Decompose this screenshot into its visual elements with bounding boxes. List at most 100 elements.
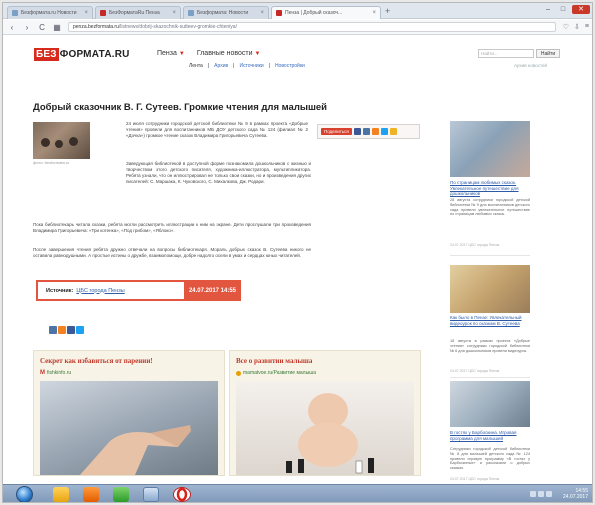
close-tab-icon[interactable]: × — [260, 10, 264, 16]
download-icon[interactable]: ⇩ — [574, 23, 580, 31]
nav-item-main-news[interactable]: Главные новости ▼ — [197, 50, 261, 57]
ad-block[interactable]: Секрет как избавиться от парении! Mfishk… — [33, 350, 225, 476]
sidebar-news-title[interactable]: В гостях у Барбоскина. Игровая программа… — [450, 430, 530, 441]
navigation-bar: ‹ › C ▦ penza.bezformata.ru/listnews/dob… — [3, 20, 592, 35]
source-link[interactable]: ЦБС города Пензы — [76, 288, 124, 294]
tab-label: Пенза | Добрый сказоч... — [285, 10, 343, 16]
chess-piece — [298, 459, 304, 473]
article-paragraph: Заведующая библиотекой в доступной форме… — [126, 161, 311, 184]
odnoklassniki-icon[interactable] — [58, 326, 66, 334]
nav-label: Пенза — [157, 50, 177, 57]
media-player-icon[interactable] — [83, 487, 99, 502]
app-icon[interactable] — [113, 487, 129, 502]
archive-link[interactable]: Архив новостей — [514, 63, 547, 68]
grid-icon[interactable]: ▦ — [53, 23, 61, 32]
subnav-new-buildings[interactable]: Новостройки — [275, 63, 305, 69]
share-button[interactable]: Поделиться — [321, 128, 352, 135]
nav-item-penza[interactable]: Пенза ▼ — [157, 50, 185, 57]
new-tab-button[interactable]: + — [385, 6, 390, 16]
source-box: Источник: ЦБС города Пензы 24.07.2017 14… — [36, 280, 241, 301]
ad-source: Mfishkinfo.ru — [40, 370, 71, 376]
subnav-archive[interactable]: Архив — [214, 63, 228, 69]
heart-icon[interactable]: ♡ — [563, 23, 569, 31]
browser-tab[interactable]: Безформата.ru Новости × — [7, 6, 93, 19]
folder-icon[interactable] — [53, 487, 69, 502]
back-icon[interactable]: ‹ — [8, 23, 16, 32]
ad-image[interactable] — [40, 381, 218, 475]
article-paragraph: Пока библиотекарь читала сказки, ребята … — [33, 222, 311, 233]
sidebar-image[interactable] — [450, 265, 530, 313]
vk-icon[interactable] — [49, 326, 57, 334]
ad-source-text: mamatvoe.ru/Развитие малыша — [243, 370, 316, 376]
opera-icon[interactable] — [173, 487, 191, 502]
subnav-sources[interactable]: Источники — [239, 63, 263, 69]
address-url: penza.bezformata.ru/listnews/dobrij-skaz… — [73, 24, 237, 30]
article-headline: Добрый сказочник В. Г. Сутеев. Громкие ч… — [33, 102, 328, 113]
forward-icon[interactable]: › — [23, 23, 31, 32]
article-photo[interactable] — [33, 122, 90, 159]
reload-icon[interactable]: C — [38, 23, 46, 32]
sidebar-news-title[interactable]: Как было в Пензе: Увлекательный видеоуро… — [450, 315, 530, 326]
close-tab-icon[interactable]: × — [172, 10, 176, 16]
address-host: penza.bezformata.ru — [73, 24, 119, 30]
ad-title[interactable]: Все о развитии малыша — [236, 357, 312, 365]
clock[interactable]: 14:55 24.07.2017 — [563, 488, 588, 500]
facebook-icon[interactable] — [353, 128, 361, 135]
window-controls: – □ ✕ — [542, 5, 590, 14]
minimize-button[interactable]: – — [542, 5, 554, 14]
browser-tab[interactable]: Безформата: Новости × — [183, 6, 269, 19]
tab-label: Безформата: Новости — [197, 10, 249, 16]
sidebar-divider — [450, 377, 530, 378]
window-icon[interactable] — [143, 487, 159, 502]
photo-figure — [41, 138, 50, 147]
source-label: Источник: — [46, 287, 74, 294]
start-button[interactable] — [16, 486, 33, 502]
sidebar-news-title[interactable]: По страницам любимых сказок. Увлекательн… — [450, 180, 530, 197]
browser-tab[interactable]: БезФорматаRu Пенза × — [95, 6, 181, 19]
baby-chess-image — [286, 393, 374, 474]
ad-source: mamatvoe.ru/Развитие малыша — [236, 370, 316, 376]
search-button[interactable]: Найти — [536, 49, 560, 58]
opera-logo-icon — [176, 487, 188, 502]
subnav-separator: | — [207, 63, 210, 69]
volume-icon[interactable] — [538, 491, 544, 497]
tab-label: Безформата.ru Новости — [21, 10, 77, 16]
facebook-icon[interactable] — [67, 326, 75, 334]
subnav-separator: | — [233, 63, 235, 69]
chess-piece — [355, 460, 363, 474]
close-window-button[interactable]: ✕ — [572, 5, 590, 14]
sidebar-image[interactable] — [450, 381, 530, 427]
close-tab-icon[interactable]: × — [372, 10, 376, 16]
site-logo[interactable]: БЕЗ ФОРМАТА.RU — [34, 48, 130, 61]
ad-title[interactable]: Секрет как избавиться от парении! — [40, 357, 153, 365]
sidebar-news-meta: 24.07.2017 ЦБС города Пензы — [450, 243, 500, 247]
article-paragraph: 24 июля сотрудники городской детской биб… — [126, 121, 308, 138]
os-taskbar: 14:55 24.07.2017 — [3, 484, 592, 502]
subnav-feed[interactable]: Лента — [189, 63, 203, 69]
logo-highlight: БЕЗ — [34, 48, 59, 61]
chevron-down-icon: ▼ — [254, 51, 261, 57]
sidebar-divider — [450, 255, 530, 256]
address-bar[interactable]: penza.bezformata.ru/listnews/dobrij-skaz… — [68, 22, 556, 32]
vk-icon[interactable] — [362, 128, 370, 135]
ad-image[interactable] — [236, 381, 414, 475]
sidebar-news-meta: 24.07.2017 ЦБС города Пензы — [450, 369, 500, 373]
maximize-button[interactable]: □ — [557, 5, 569, 14]
browser-tab-active[interactable]: Пенза | Добрый сказоч... × — [271, 6, 381, 19]
mailru-icon[interactable] — [389, 128, 397, 135]
menu-icon[interactable]: ≡ — [585, 23, 589, 31]
close-tab-icon[interactable]: × — [84, 10, 88, 16]
photo-figure — [55, 140, 63, 148]
share-icons — [49, 326, 84, 334]
twitter-icon[interactable] — [380, 128, 388, 135]
sidebar-image[interactable] — [450, 121, 530, 177]
network-icon[interactable] — [530, 491, 536, 497]
odnoklassniki-icon[interactable] — [371, 128, 379, 135]
ad-source-logo: M — [40, 370, 45, 376]
twitter-icon[interactable] — [76, 326, 84, 334]
favicon-icon — [188, 10, 194, 16]
ad-block[interactable]: Все о развитии малыша mamatvoe.ru/Развит… — [229, 350, 421, 476]
flag-icon[interactable] — [546, 491, 552, 497]
hand-image — [80, 425, 191, 475]
search-input[interactable]: Найти... — [478, 49, 534, 58]
